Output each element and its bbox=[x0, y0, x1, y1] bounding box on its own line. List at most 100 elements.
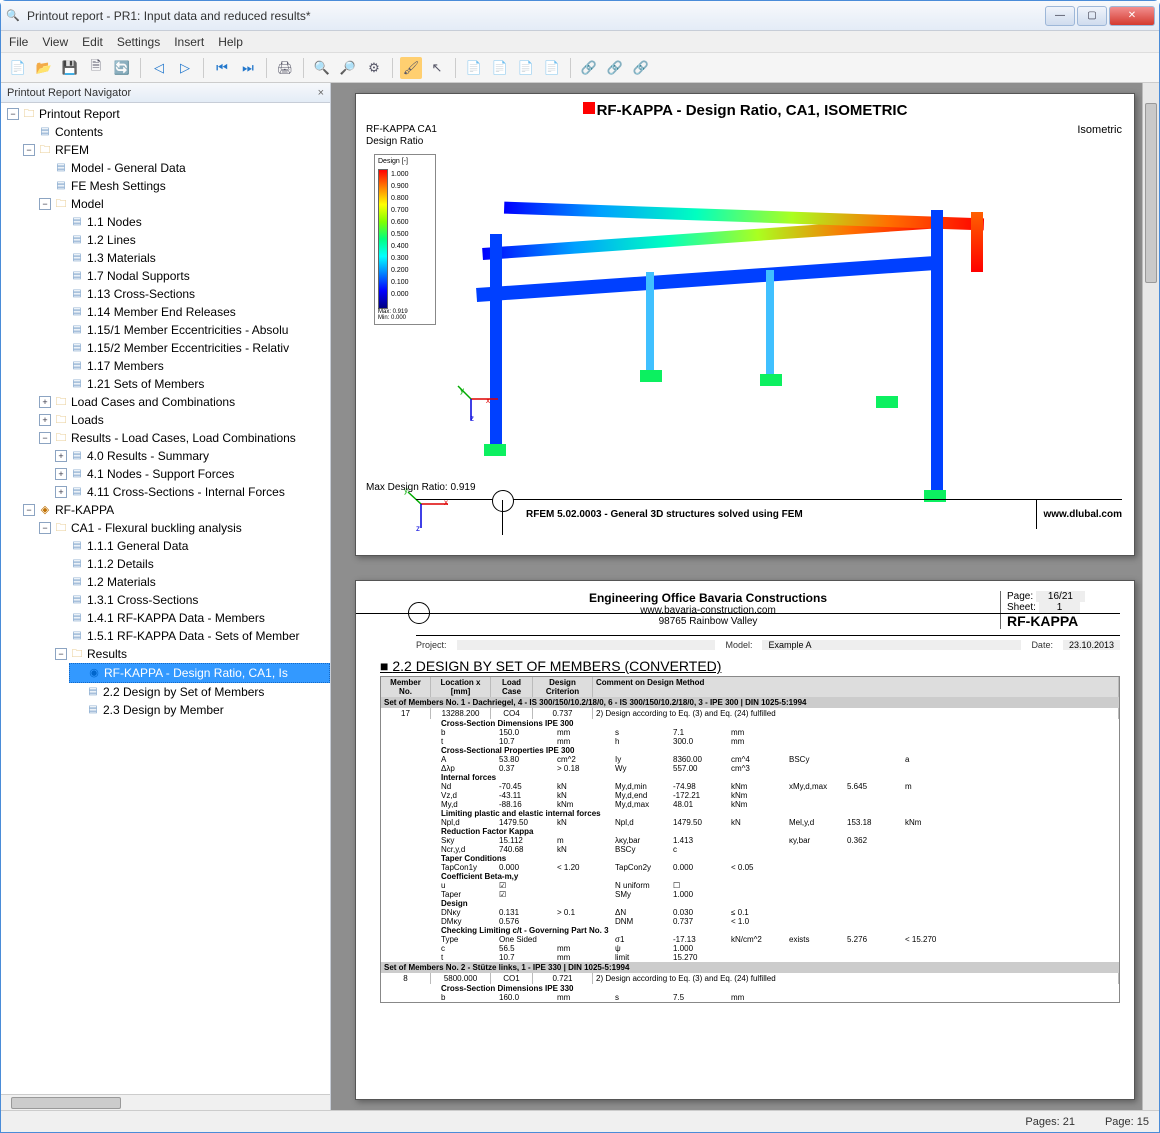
tree-item[interactable]: ▤1.3.1 Cross-Sections bbox=[53, 591, 330, 609]
collapse-icon[interactable]: − bbox=[23, 504, 35, 516]
menu-view[interactable]: View bbox=[42, 35, 68, 49]
tree-item[interactable]: ▤2.3 Design by Member bbox=[69, 701, 330, 719]
tree-item[interactable]: ▤1.15/2 Member Eccentricities - Relativ bbox=[53, 339, 330, 357]
scrollbar-thumb[interactable] bbox=[11, 1097, 121, 1109]
minimize-button[interactable]: — bbox=[1045, 6, 1075, 26]
zoom-out-icon[interactable]: 🔎 bbox=[337, 57, 359, 79]
pointer-icon[interactable]: ↖ bbox=[426, 57, 448, 79]
page-icon: ▤ bbox=[70, 449, 84, 463]
link1-icon[interactable]: 🔗 bbox=[578, 57, 600, 79]
page-icon: ▤ bbox=[70, 485, 84, 499]
tree-item[interactable]: ▤1.14 Member End Releases bbox=[53, 303, 330, 321]
tree-item[interactable]: ▤1.5.1 RF-KAPPA Data - Sets of Member bbox=[53, 627, 330, 645]
tree-item[interactable]: ▤1.2 Materials bbox=[53, 573, 330, 591]
tree-item[interactable]: +▤4.1 Nodes - Support Forces bbox=[53, 465, 330, 483]
tree-rfkappa[interactable]: −◈RF-KAPPA bbox=[21, 501, 330, 519]
new-icon[interactable]: 📄 bbox=[7, 57, 29, 79]
tree-results2[interactable]: −🗀Results bbox=[53, 645, 330, 663]
save-all-icon[interactable]: 🗎 bbox=[85, 57, 107, 79]
tree-item[interactable]: ▤1.21 Sets of Members bbox=[53, 375, 330, 393]
collapse-icon[interactable]: − bbox=[7, 108, 19, 120]
tree-item[interactable]: +▤4.0 Results - Summary bbox=[53, 447, 330, 465]
collapse-icon[interactable]: − bbox=[23, 144, 35, 156]
doc2-icon[interactable]: 📄 bbox=[489, 57, 511, 79]
navigator-title: Printout Report Navigator bbox=[7, 87, 131, 99]
collapse-icon[interactable]: − bbox=[39, 522, 51, 534]
tree-item[interactable]: ▤Model - General Data bbox=[37, 159, 330, 177]
tree-item[interactable]: ▤1.3 Materials bbox=[53, 249, 330, 267]
tree-item[interactable]: ▤1.4.1 RF-KAPPA Data - Members bbox=[53, 609, 330, 627]
open-icon[interactable]: 📂 bbox=[33, 57, 55, 79]
page-icon: ▤ bbox=[70, 575, 84, 589]
collapse-icon[interactable]: − bbox=[39, 198, 51, 210]
tree-results[interactable]: −🗀Results - Load Cases, Load Combination… bbox=[37, 429, 330, 447]
tree-item[interactable]: +▤4.11 Cross-Sections - Internal Forces bbox=[53, 483, 330, 501]
maximize-button[interactable]: ▢ bbox=[1077, 6, 1107, 26]
module-icon: ◈ bbox=[38, 503, 52, 517]
page-icon: ▤ bbox=[70, 611, 84, 625]
page2-header: Engineering Office Bavaria Constructions… bbox=[416, 591, 1120, 636]
tree-ca1[interactable]: −🗀CA1 - Flexural buckling analysis bbox=[37, 519, 330, 537]
menu-edit[interactable]: Edit bbox=[82, 35, 103, 49]
navigator-tree[interactable]: − 🗀 Printout Report ▤Contents −🗀RFEM ▤Mo… bbox=[1, 103, 330, 1094]
doc3-icon[interactable]: 📄 bbox=[515, 57, 537, 79]
refresh-icon[interactable]: 🔄 bbox=[111, 57, 133, 79]
tree-item[interactable]: ▤1.17 Members bbox=[53, 357, 330, 375]
tree-contents[interactable]: ▤Contents bbox=[21, 123, 330, 141]
color-icon[interactable]: 🖌 bbox=[400, 57, 422, 79]
doc1-icon[interactable]: 📄 bbox=[463, 57, 485, 79]
scrollbar-thumb[interactable] bbox=[1145, 103, 1157, 283]
app-icon: 🔍 bbox=[5, 8, 21, 24]
tree-root[interactable]: − 🗀 Printout Report bbox=[5, 105, 330, 123]
report-viewer[interactable]: RF-KAPPA - Design Ratio, CA1, ISOMETRIC … bbox=[331, 83, 1159, 1110]
prev-icon[interactable]: ◁ bbox=[148, 57, 170, 79]
collapse-icon[interactable]: − bbox=[55, 648, 67, 660]
navigator-close-icon[interactable]: × bbox=[318, 87, 324, 99]
save-icon[interactable]: 💾 bbox=[59, 57, 81, 79]
page-icon: ▤ bbox=[70, 539, 84, 553]
page-icon: ▤ bbox=[70, 215, 84, 229]
menu-insert[interactable]: Insert bbox=[174, 35, 204, 49]
page-icon: ▤ bbox=[70, 323, 84, 337]
close-button[interactable]: ✕ bbox=[1109, 6, 1155, 26]
collapse-icon[interactable]: − bbox=[39, 432, 51, 444]
zoom-in-icon[interactable]: 🔍 bbox=[311, 57, 333, 79]
last-icon[interactable]: ⏭ bbox=[237, 57, 259, 79]
link2-icon[interactable]: 🔗 bbox=[604, 57, 626, 79]
settings-icon[interactable]: ⚙ bbox=[363, 57, 385, 79]
tree-item-selected[interactable]: ◉RF-KAPPA - Design Ratio, CA1, Is bbox=[69, 663, 330, 683]
menu-file[interactable]: File bbox=[9, 35, 28, 49]
first-icon[interactable]: ⏮ bbox=[211, 57, 233, 79]
expand-icon[interactable]: + bbox=[55, 468, 67, 480]
tree-item[interactable]: ▤1.13 Cross-Sections bbox=[53, 285, 330, 303]
next-icon[interactable]: ▷ bbox=[174, 57, 196, 79]
tree-item[interactable]: ▤1.15/1 Member Eccentricities - Absolu bbox=[53, 321, 330, 339]
design-table: Member No. Location x [mm] Load Case Des… bbox=[380, 676, 1120, 1003]
expand-icon[interactable]: + bbox=[39, 396, 51, 408]
tree-item[interactable]: ▤1.7 Nodal Supports bbox=[53, 267, 330, 285]
tree-item[interactable]: ▤1.1 Nodes bbox=[53, 213, 330, 231]
menu-help[interactable]: Help bbox=[218, 35, 243, 49]
tree-item[interactable]: +🗀Loads bbox=[37, 411, 330, 429]
tree-rfem[interactable]: −🗀RFEM bbox=[21, 141, 330, 159]
status-pages: Pages: 21 bbox=[1025, 1116, 1075, 1128]
expand-icon[interactable]: + bbox=[55, 486, 67, 498]
toolbar-sep bbox=[266, 58, 267, 78]
doc4-icon[interactable]: 📄 bbox=[541, 57, 563, 79]
menu-settings[interactable]: Settings bbox=[117, 35, 160, 49]
tree-model[interactable]: −🗀Model bbox=[37, 195, 330, 213]
page-icon: ▤ bbox=[54, 161, 68, 175]
tree-item[interactable]: ▤FE Mesh Settings bbox=[37, 177, 330, 195]
structure-render: x y z x y z bbox=[476, 164, 1084, 504]
expand-icon[interactable]: + bbox=[55, 450, 67, 462]
print-icon[interactable]: 🖨 bbox=[274, 57, 296, 79]
tree-item[interactable]: ▤1.1.2 Details bbox=[53, 555, 330, 573]
tree-item[interactable]: ▤1.2 Lines bbox=[53, 231, 330, 249]
nav-scrollbar-h[interactable] bbox=[1, 1094, 330, 1110]
tree-item[interactable]: +🗀Load Cases and Combinations bbox=[37, 393, 330, 411]
tree-item[interactable]: ▤1.1.1 General Data bbox=[53, 537, 330, 555]
link3-icon[interactable]: 🔗 bbox=[630, 57, 652, 79]
expand-icon[interactable]: + bbox=[39, 414, 51, 426]
tree-item[interactable]: ▤2.2 Design by Set of Members bbox=[69, 683, 330, 701]
viewer-scrollbar-v[interactable] bbox=[1142, 83, 1159, 1110]
